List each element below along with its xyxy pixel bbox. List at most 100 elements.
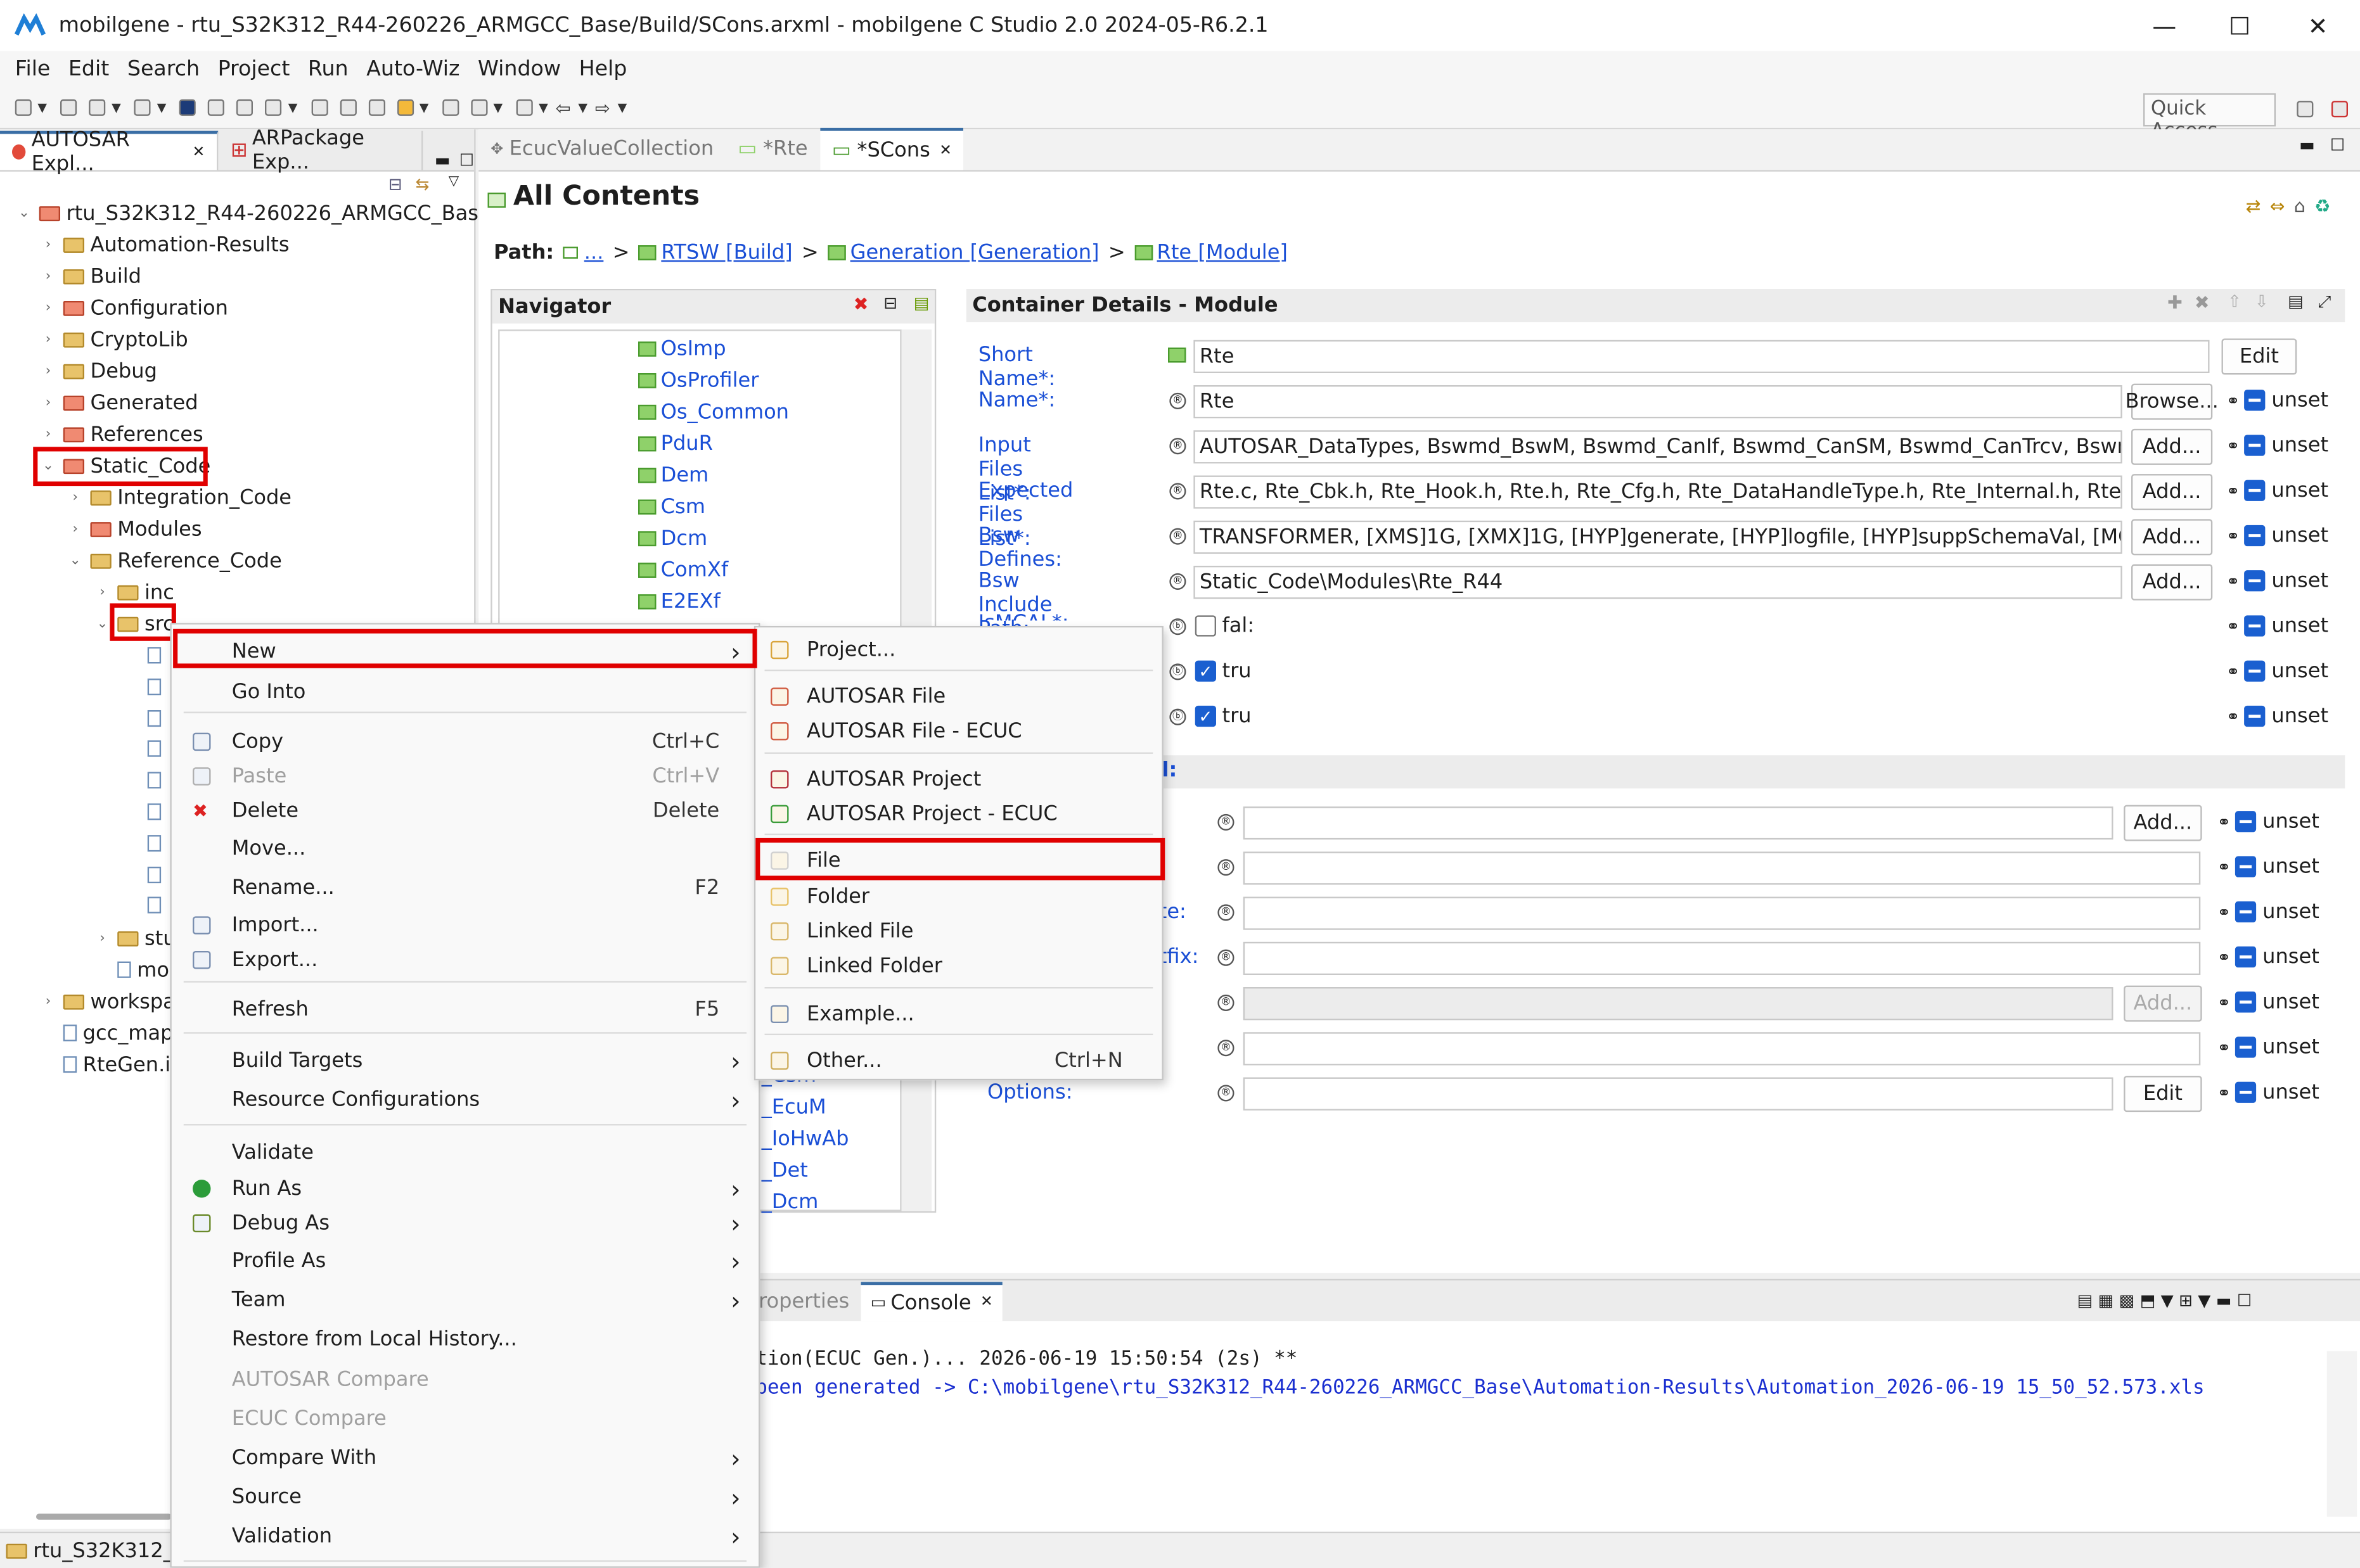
dropdown-icon[interactable]: ▼ [37, 101, 47, 114]
perspective-icon[interactable] [2331, 101, 2348, 118]
unset-toggle[interactable]: ⚭ unset [2217, 945, 2319, 969]
history-icon[interactable] [516, 99, 533, 116]
remove-icon[interactable]: ✖ [854, 293, 869, 314]
tab-scons[interactable]: ▭ *SCons ✕ [819, 127, 965, 170]
add-icon[interactable]: ✚ [2167, 292, 2183, 313]
chevron-icon[interactable]: › [93, 931, 112, 946]
remove-icon[interactable]: ✖ [2195, 292, 2210, 313]
context-menu-item-resource-configurations[interactable]: Resource Configurations › [172, 1082, 759, 1118]
tool-icon[interactable] [368, 99, 385, 116]
tree-item[interactable]: › Modules [67, 513, 202, 545]
module-icon[interactable] [311, 99, 328, 116]
menu-run[interactable]: Run [308, 57, 349, 81]
sync-icon[interactable]: ⇄ [2246, 196, 2261, 217]
submenu-item-autosar-file-ecuc[interactable]: AUTOSAR File - ECUC [755, 713, 1162, 749]
unset-toggle[interactable]: ⚭ unset [2217, 900, 2319, 924]
tab-arpackage-explorer[interactable]: ⊞ ARPackage Exp... [219, 127, 423, 175]
maximize-view-icon[interactable]: ☐ [2330, 136, 2345, 155]
chevron-icon[interactable]: › [39, 426, 58, 442]
submenu-item-autosar-project-ecuc[interactable]: AUTOSAR Project - ECUC [755, 796, 1162, 832]
chevron-icon[interactable]: › [67, 521, 85, 537]
field-input[interactable] [1243, 806, 2113, 840]
tree-item[interactable]: ⌄ rtu_S32K312_R44-260226_ARMGCC_Base [15, 197, 491, 229]
context-menu-item-run-as[interactable]: Run As › [172, 1171, 759, 1207]
menu-file[interactable]: File [15, 57, 51, 81]
navigator-item[interactable]: Os_Common [638, 400, 789, 424]
tab-rte[interactable]: ▭ *Rte [726, 128, 819, 170]
clear-console-icon[interactable]: ▤ [2077, 1291, 2093, 1311]
menu-window[interactable]: Window [478, 57, 561, 81]
boolean-checkbox[interactable]: ✓ [1195, 660, 1216, 682]
context-menu-item-debug-as[interactable]: Debug As › [172, 1205, 759, 1241]
view-menu-icon[interactable]: ▽ [449, 175, 459, 190]
chevron-icon[interactable]: › [39, 395, 58, 410]
navigator-item[interactable]: _Det [762, 1159, 808, 1183]
add-button[interactable]: Add... [2131, 564, 2213, 601]
refresh-icon[interactable]: ♻ [2314, 196, 2331, 217]
back-icon[interactable]: ⇦ [556, 97, 571, 118]
navigator-item[interactable]: OsImp [638, 337, 726, 361]
link-editor-icon[interactable]: ⇆ [416, 175, 430, 194]
unset-toggle[interactable]: ⚭ unset [2226, 569, 2328, 593]
tab-properties[interactable]: roperties [759, 1289, 849, 1313]
tree-item[interactable]: › References [39, 418, 203, 450]
layout-icon[interactable]: ▤ [2288, 292, 2304, 312]
submenu-item-project[interactable]: Project... [755, 632, 1162, 668]
debug-icon[interactable] [397, 99, 414, 116]
terminal-icon[interactable] [179, 99, 196, 116]
tree-item[interactable]: › Debug [39, 355, 157, 387]
collapse-icon[interactable]: ⊟ [883, 293, 897, 313]
quick-access-input[interactable]: Quick Access [2143, 93, 2276, 143]
chevron-icon[interactable]: › [39, 237, 58, 252]
navigator-item[interactable]: Csm [638, 495, 705, 519]
context-menu-item-team[interactable]: Team › [172, 1282, 759, 1318]
context-menu-item-validate[interactable]: Validate [172, 1135, 759, 1171]
tree-item[interactable]: › Integration_Code [67, 481, 292, 513]
context-menu-item-source[interactable]: Source › [172, 1479, 759, 1515]
field-input[interactable]: Rte.c, Rte_Cbk.h, Rte_Hook.h, Rte.h, Rte… [1193, 475, 2122, 509]
tab-ecuc-value-collection[interactable]: ✥ EcucValueCollection [478, 128, 726, 170]
horizontal-scrollbar[interactable] [36, 1514, 172, 1520]
unset-toggle[interactable]: ⚭ unset [2217, 1080, 2319, 1104]
chevron-icon[interactable]: › [39, 994, 58, 1009]
edit-button[interactable]: Edit [2124, 1076, 2202, 1112]
tree-item[interactable]: › stu [93, 922, 176, 954]
menu-search[interactable]: Search [127, 57, 200, 81]
submenu-item-linked-file[interactable]: Linked File [755, 914, 1162, 950]
wizard-icon[interactable] [134, 99, 151, 116]
context-menu-item-build-targets[interactable]: Build Targets › [172, 1043, 759, 1079]
dropdown-icon[interactable]: ▼ [2161, 1291, 2174, 1311]
field-input[interactable]: Rte [1193, 385, 2122, 419]
field-input[interactable]: TRANSFORMER, [XMS]1G, [XMX]1G, [HYP]gene… [1193, 520, 2122, 554]
pin-icon[interactable]: ▩ [2119, 1291, 2135, 1311]
unset-toggle[interactable]: ⚭ unset [2217, 990, 2319, 1014]
unset-toggle[interactable]: ⚭ unset [2226, 433, 2328, 457]
field-input[interactable] [1243, 1032, 2201, 1066]
scroll-lock-icon[interactable]: ▦ [2098, 1291, 2114, 1311]
chevron-icon[interactable]: ⌄ [67, 553, 85, 568]
tab-console[interactable]: ▭ Console ✕ [861, 1281, 1003, 1321]
breadcrumb-item[interactable]: RTSW [Build] [661, 241, 792, 265]
chevron-icon[interactable]: › [39, 300, 58, 316]
chevron-icon[interactable]: › [93, 585, 112, 600]
context-menu-item-import[interactable]: Import... [172, 907, 759, 943]
minimize-view-icon[interactable]: ▬ [2299, 136, 2315, 155]
field-input[interactable]: AUTOSAR_DataTypes, Bswmd_BswM, Bswmd_Can… [1193, 430, 2122, 464]
breadcrumb-item[interactable]: ... [584, 241, 604, 265]
add-button[interactable]: Add... [2131, 519, 2213, 556]
navigator-item[interactable]: Dcm [638, 526, 707, 551]
breadcrumb-item[interactable]: Generation [Generation] [850, 241, 1100, 265]
build-icon[interactable] [89, 99, 106, 116]
close-tab-icon[interactable]: ✕ [980, 1294, 993, 1311]
context-menu-item-delete[interactable]: ✖ Delete Delete [172, 793, 759, 829]
field-input[interactable] [1243, 941, 2201, 975]
navigator-item[interactable]: ComXf [638, 558, 728, 582]
edit-button[interactable]: Edit [2221, 338, 2297, 375]
menu-edit[interactable]: Edit [68, 57, 109, 81]
dropdown-icon[interactable]: ▼ [493, 101, 503, 114]
field-input[interactable]: Rte [1193, 340, 2210, 373]
boolean-checkbox[interactable]: ✓ [1195, 705, 1216, 727]
unset-toggle[interactable]: ⚭ unset [2226, 659, 2328, 683]
add-button[interactable]: Add... [2131, 474, 2213, 511]
navigator-item[interactable]: _Dcm [762, 1190, 819, 1214]
